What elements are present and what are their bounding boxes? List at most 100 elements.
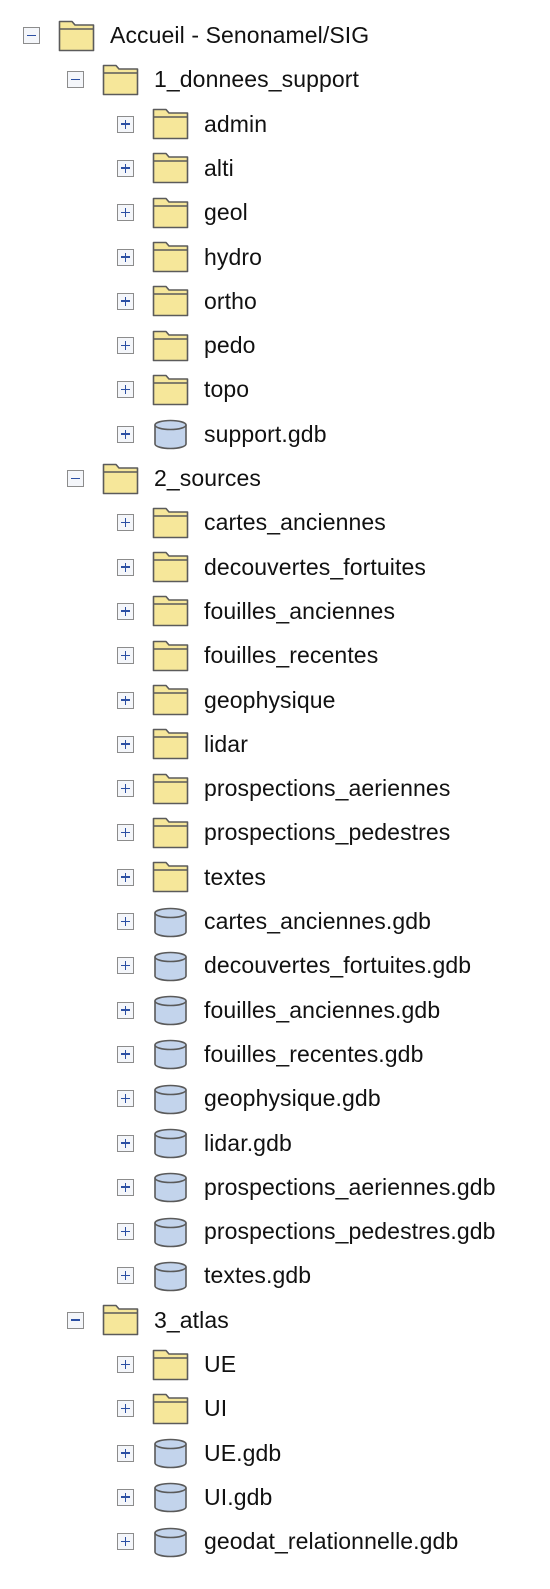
tree-row[interactable]: prospections_pedestres xyxy=(117,813,450,853)
tree-item-label: ortho xyxy=(204,287,257,314)
tree-item-label: fouilles_anciennes.gdb xyxy=(204,996,441,1023)
collapse-icon[interactable] xyxy=(67,470,84,487)
tree-item-label: lidar.gdb xyxy=(204,1129,292,1156)
tree-item-label: decouvertes_fortuites xyxy=(204,553,427,580)
expand-icon[interactable] xyxy=(117,868,134,886)
tree-row[interactable]: geol xyxy=(117,193,248,233)
tree-row[interactable]: alti xyxy=(117,148,234,188)
database-icon xyxy=(154,907,187,937)
tree-row[interactable]: geophysique.gdb xyxy=(117,1079,381,1119)
tree-item-label: geol xyxy=(204,199,248,226)
folder-icon xyxy=(152,684,189,716)
folder-icon xyxy=(152,197,189,228)
tree-row[interactable]: admin xyxy=(117,104,267,144)
tree-row[interactable]: UI xyxy=(117,1389,227,1429)
tree-row[interactable]: fouilles_anciennes xyxy=(117,591,395,631)
tree-row[interactable]: lidar.gdb xyxy=(117,1123,292,1163)
expand-icon[interactable] xyxy=(117,115,134,133)
tree-item-label: topo xyxy=(204,376,250,403)
tree-item-label: fouilles_recentes xyxy=(204,642,379,669)
expand-icon[interactable] xyxy=(117,824,134,842)
expand-icon[interactable] xyxy=(117,1267,134,1285)
expand-icon[interactable] xyxy=(117,1488,134,1506)
tree-row[interactable]: decouvertes_fortuites.gdb xyxy=(117,946,471,986)
catalog-tree: Accueil - Senonamel/SIG 1_donnees_support… xyxy=(0,0,550,1589)
database-icon xyxy=(154,1527,187,1557)
folder-icon xyxy=(152,285,189,317)
folder-icon xyxy=(152,817,189,849)
expand-icon[interactable] xyxy=(117,159,134,177)
tree-row[interactable]: fouilles_recentes xyxy=(117,636,378,676)
expand-icon[interactable] xyxy=(117,1001,134,1019)
tree-row[interactable]: cartes_anciennes.gdb xyxy=(117,902,431,942)
expand-icon[interactable] xyxy=(117,204,134,222)
expand-icon[interactable] xyxy=(117,1444,134,1462)
tree-item-label: fouilles_anciennes xyxy=(204,597,396,624)
expand-icon[interactable] xyxy=(117,780,134,798)
tree-item-label: UI.gdb xyxy=(204,1483,273,1510)
expand-icon[interactable] xyxy=(117,248,134,266)
tree-row[interactable]: geodat_relationnelle.gdb xyxy=(117,1522,458,1562)
database-icon xyxy=(154,1438,187,1469)
collapse-icon[interactable] xyxy=(67,1311,84,1329)
tree-row[interactable]: UE xyxy=(117,1345,236,1385)
expand-icon[interactable] xyxy=(117,957,134,975)
tree-row[interactable]: Accueil - Senonamel/SIG xyxy=(23,16,369,56)
expand-icon[interactable] xyxy=(117,1223,134,1241)
collapse-icon[interactable] xyxy=(67,71,84,89)
tree-row[interactable]: UI.gdb xyxy=(117,1477,272,1517)
folder-icon xyxy=(152,153,189,184)
expand-icon[interactable] xyxy=(117,1400,134,1418)
collapse-icon[interactable] xyxy=(23,27,40,44)
tree-row[interactable]: prospections_pedestres.gdb xyxy=(117,1212,496,1252)
folder-icon xyxy=(152,330,189,361)
tree-item-label: textes xyxy=(204,863,266,890)
tree-row[interactable]: cartes_anciennes xyxy=(117,503,386,543)
tree-row[interactable]: pedo xyxy=(117,326,256,366)
tree-row[interactable]: fouilles_anciennes.gdb xyxy=(117,990,440,1030)
expand-icon[interactable] xyxy=(117,602,134,620)
tree-item-label: UI xyxy=(204,1395,228,1422)
tree-row[interactable]: fouilles_recentes.gdb xyxy=(117,1034,423,1074)
tree-item-label: prospections_pedestres xyxy=(204,819,451,846)
expand-icon[interactable] xyxy=(117,1178,134,1196)
tree-row[interactable]: decouvertes_fortuites xyxy=(117,547,426,587)
expand-icon[interactable] xyxy=(117,425,134,443)
tree-row[interactable]: topo xyxy=(117,370,249,410)
expand-icon[interactable] xyxy=(117,381,134,399)
tree-item-label: 3_atlas xyxy=(154,1306,229,1333)
tree-row[interactable]: lidar xyxy=(117,724,248,764)
expand-icon[interactable] xyxy=(117,913,134,930)
tree-row[interactable]: geophysique xyxy=(117,680,336,720)
database-icon xyxy=(154,1040,187,1070)
tree-row[interactable]: support.gdb xyxy=(117,414,327,454)
tree-item-label: 2_sources xyxy=(154,465,262,491)
expand-icon[interactable] xyxy=(117,735,134,753)
expand-icon[interactable] xyxy=(117,1090,134,1108)
expand-icon[interactable] xyxy=(117,558,134,576)
expand-icon[interactable] xyxy=(117,337,134,355)
tree-item-label: 1_donnees_support xyxy=(154,66,360,93)
expand-icon[interactable] xyxy=(117,1045,134,1063)
expand-icon[interactable] xyxy=(117,514,134,532)
tree-row[interactable]: UE.gdb xyxy=(117,1433,281,1473)
expand-icon[interactable] xyxy=(117,647,134,665)
tree-row[interactable]: prospections_aeriennes.gdb xyxy=(117,1167,496,1207)
tree-row[interactable]: ortho xyxy=(117,281,257,321)
folder-icon xyxy=(152,640,189,671)
tree-item-label: decouvertes_fortuites.gdb xyxy=(204,952,472,979)
database-icon xyxy=(154,1483,187,1513)
tree-row[interactable]: textes.gdb xyxy=(117,1256,311,1296)
tree-row[interactable]: prospections_aeriennes xyxy=(117,769,450,809)
expand-icon[interactable] xyxy=(117,1533,134,1551)
database-icon xyxy=(154,1172,187,1203)
expand-icon[interactable] xyxy=(117,691,134,709)
tree-row[interactable]: textes xyxy=(117,857,266,897)
tree-row[interactable]: 3_atlas xyxy=(67,1300,229,1340)
expand-icon[interactable] xyxy=(117,1356,134,1373)
tree-row[interactable]: hydro xyxy=(117,237,262,277)
expand-icon[interactable] xyxy=(117,1134,134,1152)
expand-icon[interactable] xyxy=(117,292,134,310)
tree-row[interactable]: 2_sources xyxy=(67,459,261,499)
tree-row[interactable]: 1_donnees_support xyxy=(67,60,359,100)
